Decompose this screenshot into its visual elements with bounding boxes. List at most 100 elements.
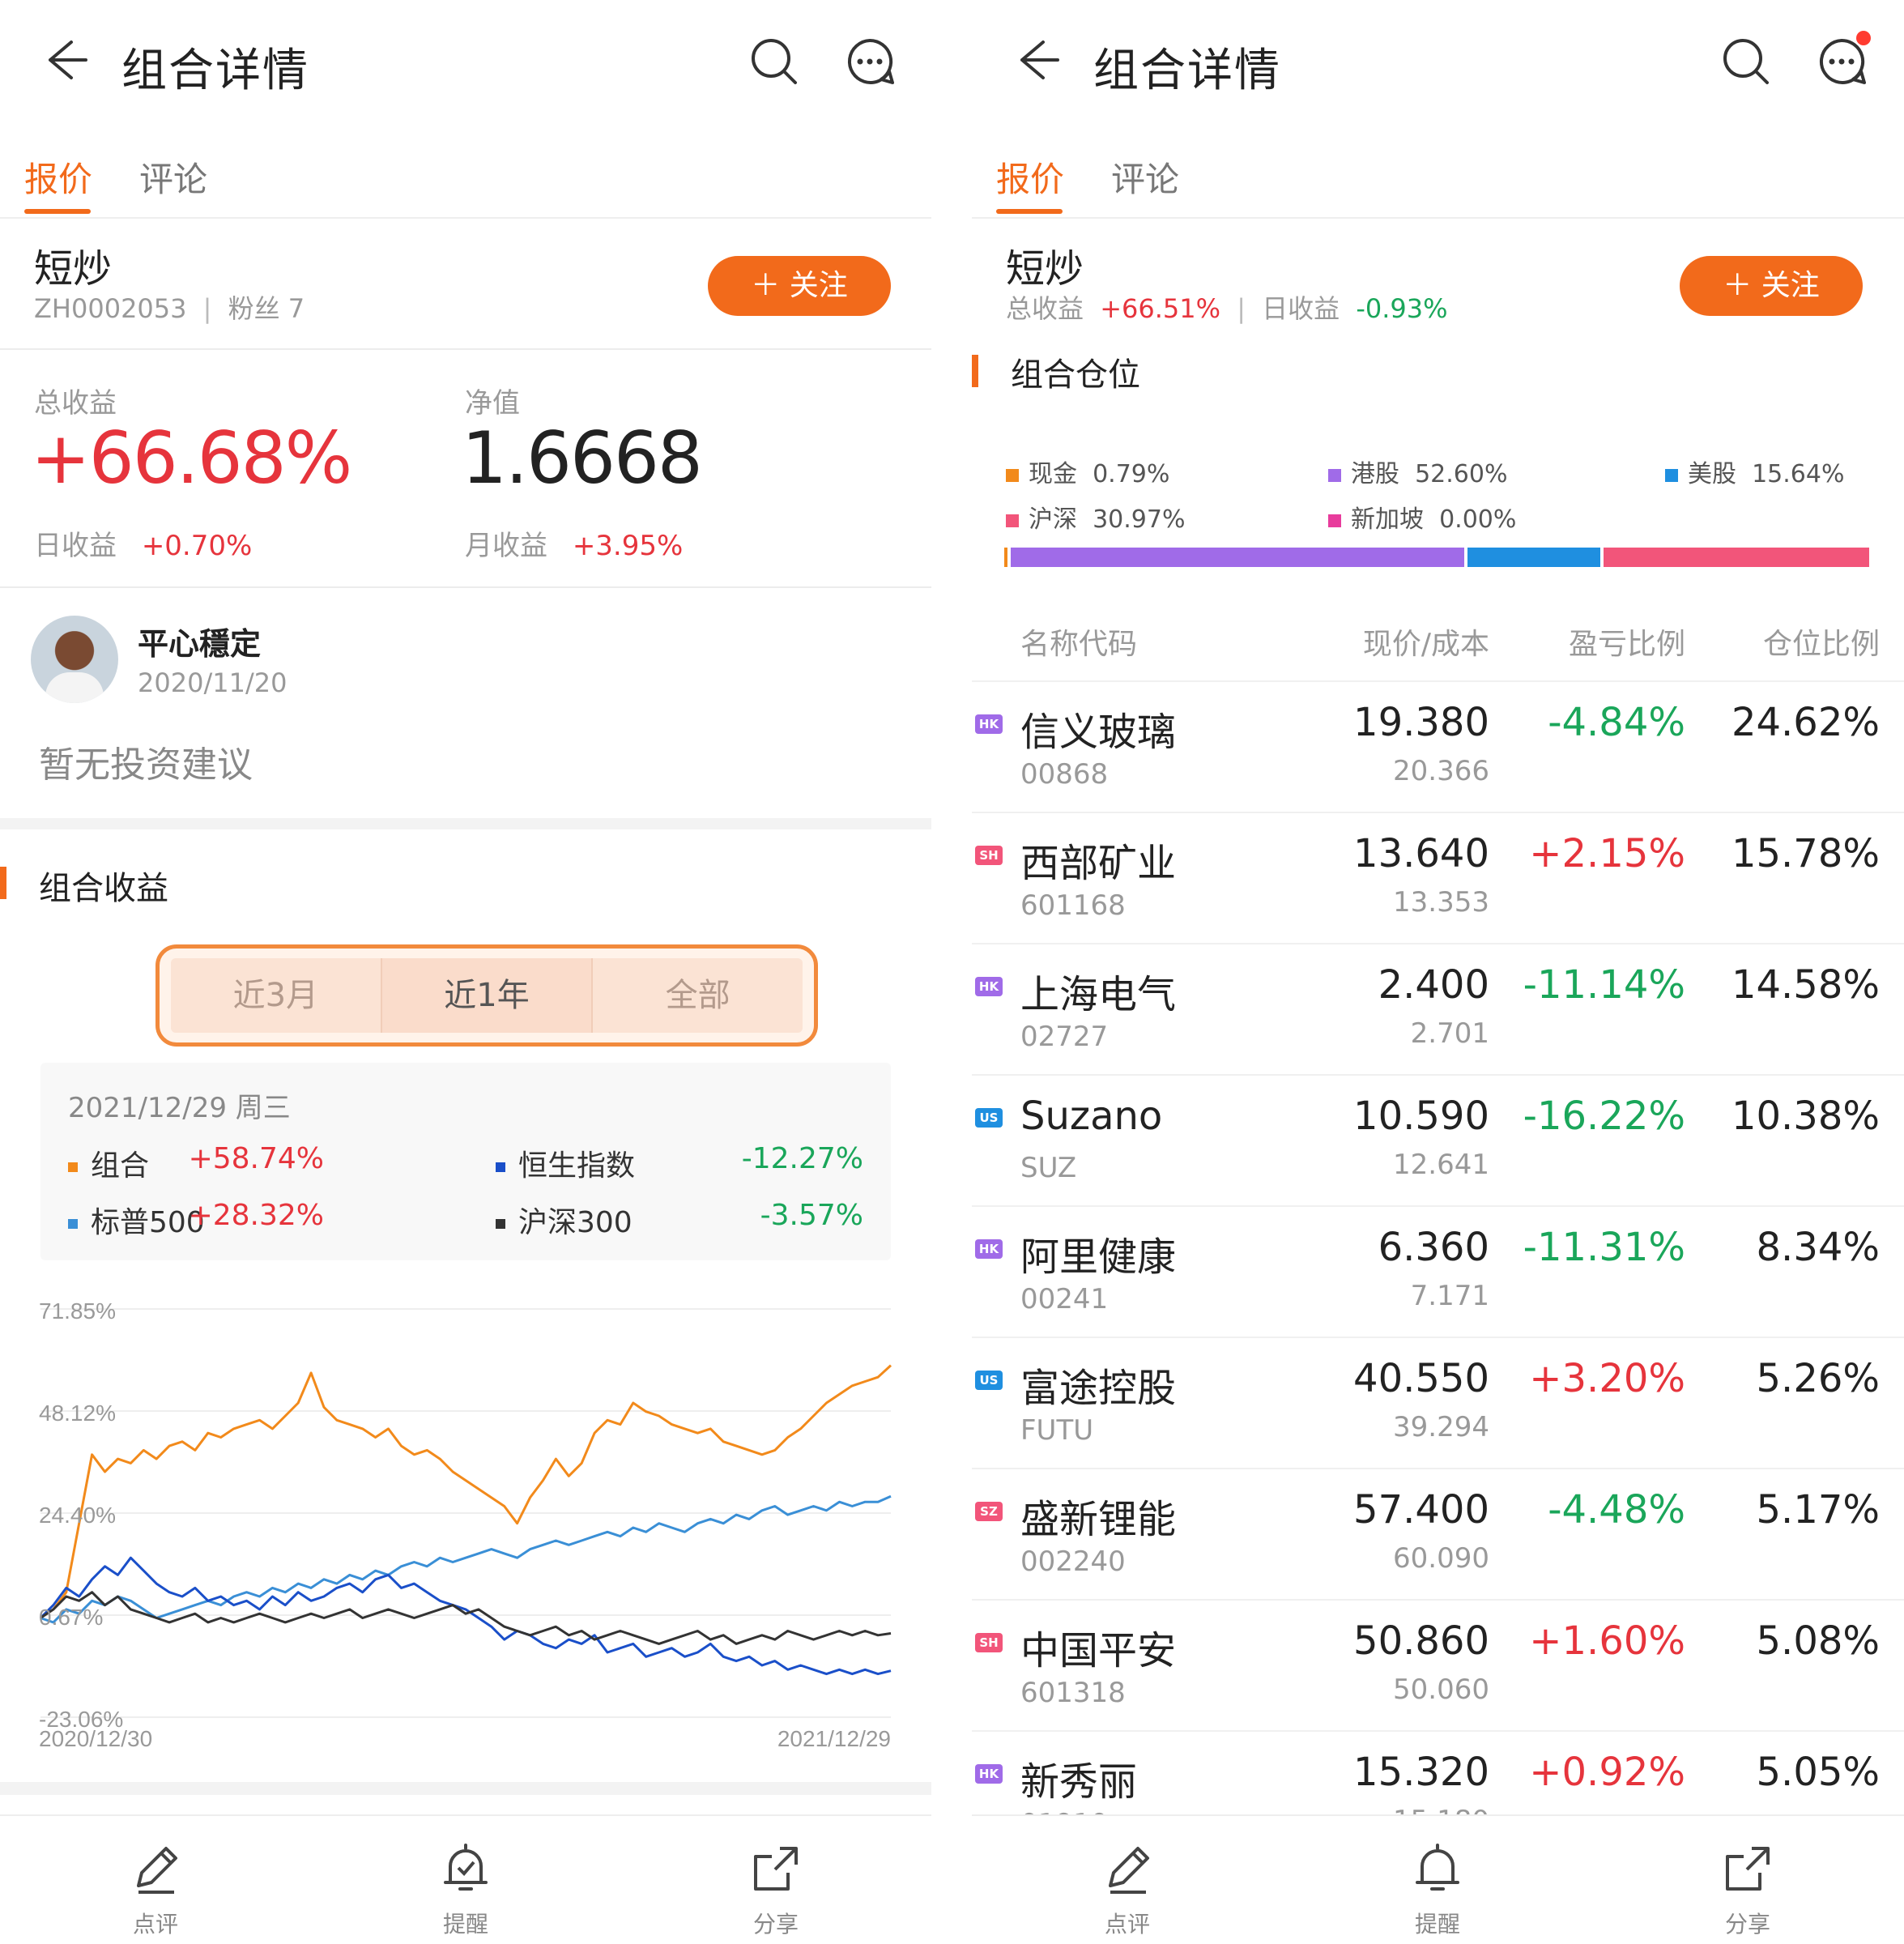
period-all[interactable]: 全部 — [593, 958, 803, 1033]
tab-indicator — [996, 209, 1063, 214]
comment-action[interactable]: 点评 — [1079, 1840, 1176, 1939]
page-title: 组合详情 — [121, 45, 309, 97]
tab-bar: 报价 评论 — [0, 146, 931, 219]
manager-name[interactable]: 平心穩定 — [138, 619, 261, 663]
holding-row[interactable]: HK 阿里健康 00241 6.360 7.171 -11.31% 8.34% — [972, 1205, 1904, 1336]
pnl-ratio: -16.22% — [1523, 1094, 1685, 1139]
holding-row[interactable]: HK 上海电气 02727 2.400 2.701 -11.14% 14.58% — [972, 943, 1904, 1074]
total-return-value: +66.51% — [1100, 293, 1221, 324]
stock-code: 00241 — [1020, 1283, 1109, 1315]
legend-value: 15.64% — [1752, 460, 1845, 488]
stock-code: FUTU — [1020, 1414, 1094, 1447]
search-icon[interactable] — [1720, 36, 1772, 87]
holding-row[interactable]: HK 信义玻璃 00868 19.380 20.366 -4.84% 24.62% — [972, 680, 1904, 812]
market-badge: HK — [975, 714, 1003, 734]
pnl-ratio: +3.20% — [1529, 1356, 1685, 1401]
nav-value: 1.6668 — [462, 416, 703, 500]
divider — [0, 586, 931, 588]
alert-action[interactable]: 提醒 — [417, 1840, 514, 1939]
period-1y[interactable]: 近1年 — [381, 958, 594, 1033]
col-header-name: 名称代码 — [1020, 628, 1138, 661]
current-price: 19.380 — [1353, 700, 1489, 745]
stock-code: 601318 — [1020, 1677, 1126, 1709]
manager-date: 2020/11/20 — [138, 667, 288, 698]
tab-bar: 报价 评论 — [972, 146, 1904, 219]
legend-label: 新加坡 — [1351, 505, 1424, 534]
holding-row[interactable]: SH 中国平安 601318 50.860 50.060 +1.60% 5.08% — [972, 1599, 1904, 1730]
position-ratio: 8.34% — [1756, 1225, 1880, 1270]
tooltip-date: 2021/12/29 周三 — [68, 1092, 291, 1124]
legend-label: 美股 — [1688, 460, 1736, 488]
alloc-legend-sg: 新加坡 0.00% — [1328, 499, 1516, 535]
legend-label: 恒生指数 — [518, 1149, 636, 1183]
daily-return-value: -0.93% — [1356, 293, 1448, 324]
share-action[interactable]: 分享 — [727, 1840, 824, 1939]
tab-comments[interactable]: 评论 — [139, 152, 207, 202]
search-icon[interactable] — [748, 36, 800, 87]
holding-row[interactable]: SH 西部矿业 601168 13.640 13.353 +2.15% 15.78% — [972, 812, 1904, 943]
alert-label: 提醒 — [442, 1911, 488, 1938]
tab-quote[interactable]: 报价 — [24, 152, 92, 202]
holding-row[interactable]: SZ 盛新锂能 002240 57.400 60.090 -4.48% 5.17% — [972, 1468, 1904, 1599]
stock-code: 00868 — [1020, 758, 1109, 791]
portfolio-name: 短炒 — [34, 246, 113, 292]
comment-action[interactable]: 点评 — [107, 1840, 204, 1939]
position-ratio: 15.78% — [1731, 831, 1880, 876]
section-separator — [0, 818, 931, 829]
back-arrow-icon[interactable] — [1011, 36, 1059, 84]
legend-portfolio: 组合 — [68, 1142, 149, 1184]
tab-comments[interactable]: 评论 — [1111, 152, 1179, 202]
separator: | — [202, 293, 212, 324]
x-tick-label: 2020/12/30 — [39, 1726, 152, 1751]
holding-row[interactable]: US 富途控股 FUTU 40.550 39.294 +3.20% 5.26% — [972, 1336, 1904, 1468]
comment-label: 点评 — [1104, 1911, 1150, 1938]
cost-price: 12.641 — [1393, 1149, 1489, 1181]
series-line — [40, 1364, 892, 1619]
cost-price: 7.171 — [1410, 1280, 1489, 1312]
alert-action[interactable]: 提醒 — [1389, 1840, 1486, 1939]
position-ratio: 14.58% — [1731, 962, 1880, 1008]
share-label: 分享 — [1724, 1911, 1770, 1938]
fans-count: 粉丝 7 — [228, 293, 305, 324]
share-icon — [754, 1847, 798, 1891]
cost-price: 39.294 — [1393, 1411, 1489, 1443]
comment-label: 点评 — [132, 1911, 178, 1938]
portfolio-returns: 总收益 +66.51% | 日收益 -0.93% — [1006, 288, 1448, 326]
back-arrow-icon[interactable] — [39, 36, 87, 84]
share-action[interactable]: 分享 — [1699, 1840, 1796, 1939]
y-tick-label: 24.40% — [39, 1503, 116, 1528]
allocation-segment — [1603, 548, 1872, 567]
follow-button[interactable]: ＋ 关注 — [1680, 256, 1863, 316]
follow-button[interactable]: ＋ 关注 — [708, 256, 891, 316]
position-ratio: 5.17% — [1756, 1487, 1880, 1533]
allocation-section-title: 组合仓位 — [1011, 356, 1140, 394]
total-return-label: 总收益 — [34, 387, 117, 420]
y-tick-label: 71.85% — [39, 1298, 116, 1324]
current-price: 15.320 — [1353, 1750, 1489, 1795]
current-price: 2.400 — [1378, 962, 1489, 1008]
market-badge: HK — [975, 1764, 1003, 1784]
message-icon[interactable] — [844, 36, 896, 87]
col-header-pnl: 盈亏比例 — [1568, 628, 1685, 661]
legend-swatch — [1328, 468, 1341, 482]
position-ratio: 5.26% — [1756, 1356, 1880, 1401]
legend-hsi: 恒生指数 — [496, 1142, 635, 1184]
returns-line-chart[interactable]: 71.85%48.12%24.40%0.67%-23.06%2020/12/30… — [0, 1280, 931, 1766]
current-price: 13.640 — [1353, 831, 1489, 876]
separator: | — [1237, 293, 1246, 324]
legend-value: 52.60% — [1415, 460, 1508, 488]
alloc-legend-hk: 港股 52.60% — [1328, 454, 1507, 489]
stock-name: 上海电气 — [1020, 972, 1177, 1017]
stock-code: 002240 — [1020, 1545, 1126, 1578]
manager-avatar[interactable] — [31, 616, 118, 703]
period-3m[interactable]: 近3月 — [171, 958, 382, 1033]
pnl-ratio: +0.92% — [1529, 1750, 1685, 1795]
tab-quote[interactable]: 报价 — [996, 152, 1064, 202]
bell-icon — [1416, 1844, 1459, 1891]
returns-section-title: 组合收益 — [39, 870, 168, 907]
cost-price: 60.090 — [1393, 1542, 1489, 1575]
legend-swatch — [496, 1219, 505, 1229]
cost-price: 2.701 — [1410, 1017, 1489, 1050]
col-header-price: 现价/成本 — [1362, 628, 1489, 661]
holding-row[interactable]: US Suzano SUZ 10.590 12.641 -16.22% 10.38% — [972, 1074, 1904, 1205]
